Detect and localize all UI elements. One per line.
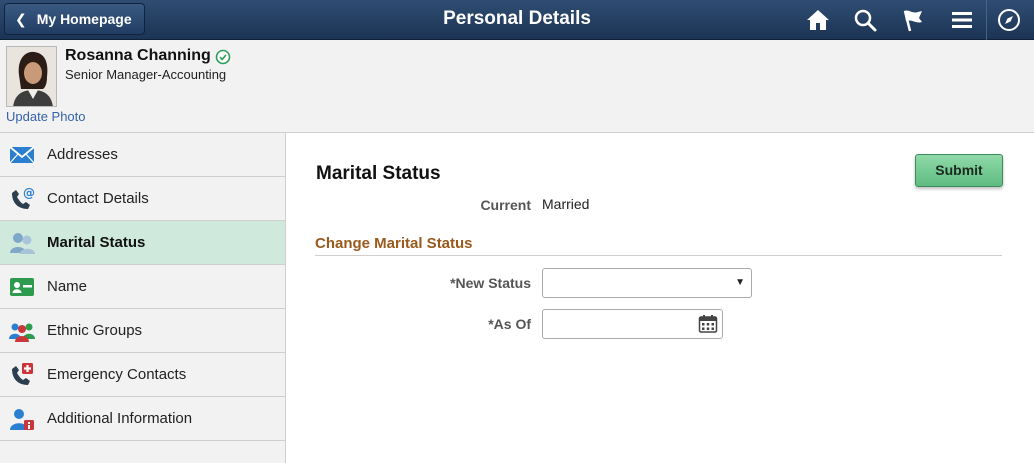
sidebar-item-label: Marital Status (47, 234, 146, 251)
group-icon (9, 323, 35, 342)
check-circle-icon[interactable] (215, 49, 231, 65)
section-title: Marital Status (316, 163, 441, 184)
change-marital-status-heading: Change Marital Status (315, 235, 473, 252)
menu-icon[interactable] (949, 7, 975, 33)
sidebar-item-label: Contact Details (47, 190, 149, 207)
sidebar-item-label: Emergency Contacts (47, 366, 187, 383)
banner-divider (986, 0, 987, 40)
my-homepage-label: My Homepage (36, 11, 132, 27)
as-of-date-input[interactable] (542, 309, 723, 339)
envelope-icon (9, 146, 35, 164)
person-info-icon (10, 409, 34, 430)
new-status-select[interactable]: ▼ (542, 268, 752, 298)
people-icon (10, 233, 35, 254)
current-value: Married (542, 196, 590, 212)
sidebar-item-marital-status[interactable]: Marital Status (0, 221, 285, 265)
flag-icon[interactable] (900, 7, 926, 33)
svg-text:@: @ (23, 186, 35, 200)
sidebar: Addresses @ Contact Details Marital Stat… (0, 133, 286, 463)
new-status-label: *New Status (450, 275, 531, 291)
id-card-icon (10, 278, 34, 296)
home-icon[interactable] (805, 7, 831, 33)
sidebar-item-addresses[interactable]: Addresses (0, 133, 285, 177)
emergency-phone-icon (12, 363, 33, 385)
current-label: Current (480, 197, 531, 213)
employee-photo (6, 46, 57, 107)
sidebar-item-additional-information[interactable]: Additional Information (0, 397, 285, 441)
employee-name: Rosanna Channing (65, 47, 211, 64)
page-title: Personal Details (443, 8, 591, 29)
update-photo-link[interactable]: Update Photo (6, 109, 86, 124)
sidebar-item-ethnic-groups[interactable]: Ethnic Groups (0, 309, 285, 353)
dropdown-arrow-icon: ▼ (735, 277, 745, 288)
as-of-label: *As Of (488, 316, 531, 332)
submit-button[interactable]: Submit (915, 154, 1003, 187)
employee-job-title: Senior Manager-Accounting (65, 67, 227, 82)
sidebar-item-label: Ethnic Groups (47, 322, 143, 339)
top-banner: ❮ My Homepage Personal Details (0, 0, 1034, 40)
employee-header: Rosanna Channing Senior Manager-Accounti… (0, 40, 1034, 133)
sidebar-item-label: Additional Information (47, 410, 193, 427)
sidebar-item-name[interactable]: Name (0, 265, 285, 309)
sidebar-item-label: Name (47, 278, 88, 295)
sidebar-item-emergency-contacts[interactable]: Emergency Contacts (0, 353, 285, 397)
section-divider (315, 255, 1002, 256)
search-icon[interactable] (852, 7, 878, 33)
main-content: Marital Status Submit Current Married Ch… (287, 133, 1034, 463)
chevron-left-icon: ❮ (15, 10, 27, 27)
phone-at-icon: @ (12, 186, 35, 209)
compass-icon[interactable] (996, 7, 1022, 33)
sidebar-item-contact-details[interactable]: @ Contact Details (0, 177, 285, 221)
sidebar-item-label: Addresses (47, 146, 118, 163)
calendar-icon[interactable] (698, 314, 718, 334)
my-homepage-button[interactable]: ❮ My Homepage (4, 3, 145, 35)
